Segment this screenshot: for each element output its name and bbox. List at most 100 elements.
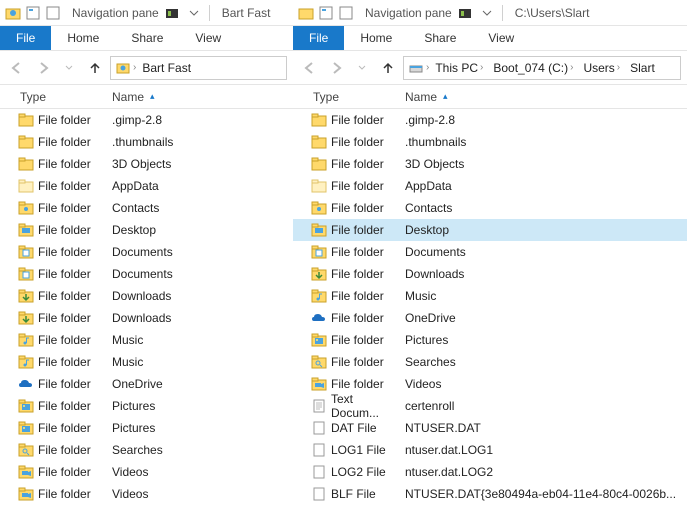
table-row[interactable]: File folder.thumbnails	[293, 131, 687, 153]
type-label: File folder	[38, 135, 91, 149]
tab-home[interactable]: Home	[344, 26, 408, 50]
address-bar[interactable]: › Bart Fast	[110, 56, 287, 80]
properties-icon[interactable]	[24, 4, 42, 22]
address-bar[interactable]: › This PC › Boot_074 (C:) › Users › Slar…	[403, 56, 681, 80]
cell-name: OneDrive	[108, 377, 293, 391]
up-button[interactable]	[377, 57, 399, 79]
chevron-right-icon[interactable]: ›	[133, 62, 136, 73]
table-row[interactable]: File folder.thumbnails	[0, 131, 293, 153]
folder-icon	[297, 4, 315, 22]
crumb-item[interactable]: Users ›	[579, 61, 624, 75]
file-icon	[311, 420, 327, 436]
table-row[interactable]: File folderOneDrive	[0, 373, 293, 395]
table-row[interactable]: File folderDownloads	[0, 307, 293, 329]
table-row[interactable]: File folderSearches	[293, 351, 687, 373]
type-label: File folder	[38, 487, 91, 501]
table-row[interactable]: File folderPictures	[0, 395, 293, 417]
searches-icon	[18, 442, 34, 458]
chevron-right-icon[interactable]: ›	[426, 62, 429, 73]
up-button[interactable]	[84, 57, 106, 79]
table-row[interactable]: File folder3D Objects	[0, 153, 293, 175]
cell-name: Videos	[108, 487, 293, 501]
tab-view[interactable]: View	[179, 26, 237, 50]
table-row[interactable]: File folderPictures	[0, 417, 293, 439]
type-label: File folder	[331, 311, 384, 325]
type-label: File folder	[38, 465, 91, 479]
table-row[interactable]: File folderVideos	[0, 461, 293, 483]
cell-name: NTUSER.DAT{3e80494a-eb04-11e4-80c4-0026b…	[401, 487, 687, 501]
table-row[interactable]: BLF FileNTUSER.DAT{3e80494a-eb04-11e4-80…	[293, 483, 687, 505]
tab-home[interactable]: Home	[51, 26, 115, 50]
back-button[interactable]	[6, 57, 28, 79]
table-row[interactable]: LOG1 Filentuser.dat.LOG1	[293, 439, 687, 461]
cell-type: File folder	[0, 376, 108, 392]
crumb-item[interactable]: Bart Fast	[138, 61, 195, 75]
cell-name: Music	[108, 333, 293, 347]
crumb-item[interactable]: Boot_074 (C:) ›	[489, 61, 577, 75]
table-row[interactable]: File folderDownloads	[293, 263, 687, 285]
checkbox-icon[interactable]	[44, 4, 62, 22]
table-row[interactable]: File folder.gimp-2.8	[293, 109, 687, 131]
qat-dropdown-icon[interactable]	[185, 4, 203, 22]
column-name[interactable]: Name▴	[401, 90, 687, 104]
tab-share[interactable]: Share	[115, 26, 179, 50]
table-row[interactable]: Text Docum...certenroll	[293, 395, 687, 417]
table-row[interactable]: File folder.gimp-2.8	[0, 109, 293, 131]
properties-icon[interactable]	[317, 4, 335, 22]
table-row[interactable]: File folderMusic	[0, 351, 293, 373]
tab-file[interactable]: File	[293, 26, 344, 50]
column-name[interactable]: Name▴	[108, 90, 293, 104]
explorer-pane-left: Navigation pane Bart Fast File Home Shar…	[0, 0, 293, 509]
cell-name: 3D Objects	[401, 157, 687, 171]
table-row[interactable]: File folderDocuments	[0, 263, 293, 285]
column-name-label: Name	[405, 90, 437, 104]
file-list[interactable]: File folder.gimp-2.8File folder.thumbnai…	[293, 109, 687, 509]
file-list[interactable]: File folder.gimp-2.8File folder.thumbnai…	[0, 109, 293, 509]
table-row[interactable]: File folderPictures	[293, 329, 687, 351]
crumb-label: This PC	[435, 61, 478, 75]
column-type[interactable]: Type	[0, 90, 108, 104]
type-label: Text Docum...	[331, 392, 401, 420]
overlay-icon	[163, 4, 181, 22]
table-row[interactable]: File folderOneDrive	[293, 307, 687, 329]
type-label: File folder	[331, 267, 384, 281]
type-label: File folder	[331, 355, 384, 369]
type-label: DAT File	[331, 421, 377, 435]
user-folder-icon	[4, 4, 22, 22]
cell-type: File folder	[293, 288, 401, 304]
table-row[interactable]: File folderDocuments	[0, 241, 293, 263]
table-row[interactable]: File folder Videos	[0, 483, 293, 505]
crumb-item[interactable]: Slart	[626, 61, 659, 75]
recent-dropdown-icon[interactable]	[58, 57, 80, 79]
column-type[interactable]: Type	[293, 90, 401, 104]
table-row[interactable]: File folderAppData	[0, 175, 293, 197]
nav-row: › Bart Fast	[0, 51, 293, 85]
table-row[interactable]: DAT FileNTUSER.DAT	[293, 417, 687, 439]
tab-view[interactable]: View	[472, 26, 530, 50]
table-row[interactable]: File folderDownloads	[0, 285, 293, 307]
back-button[interactable]	[299, 57, 321, 79]
table-row[interactable]: File folderMusic	[0, 329, 293, 351]
table-row[interactable]: File folderDesktop	[293, 219, 687, 241]
table-row[interactable]: File folderContacts	[293, 197, 687, 219]
separator	[209, 5, 210, 21]
table-row[interactable]: LOG2 Filentuser.dat.LOG2	[293, 461, 687, 483]
table-row[interactable]: File folder3D Objects	[293, 153, 687, 175]
crumb-item[interactable]: This PC ›	[431, 61, 487, 75]
table-row[interactable]: File folderMusic	[293, 285, 687, 307]
forward-button[interactable]	[32, 57, 54, 79]
table-row[interactable]: File folderSearches	[0, 439, 293, 461]
table-row[interactable]: File folderDesktop	[0, 219, 293, 241]
table-row[interactable]: File folderContacts	[0, 197, 293, 219]
cell-type: File folder	[293, 310, 401, 326]
tab-share[interactable]: Share	[408, 26, 472, 50]
table-row[interactable]: File folderAppData	[293, 175, 687, 197]
recent-dropdown-icon[interactable]	[351, 57, 373, 79]
tab-file[interactable]: File	[0, 26, 51, 50]
type-label: File folder	[331, 223, 384, 237]
table-row[interactable]: File folderDocuments	[293, 241, 687, 263]
checkbox-icon[interactable]	[337, 4, 355, 22]
forward-button[interactable]	[325, 57, 347, 79]
qat-dropdown-icon[interactable]	[478, 4, 496, 22]
type-label: File folder	[38, 355, 91, 369]
